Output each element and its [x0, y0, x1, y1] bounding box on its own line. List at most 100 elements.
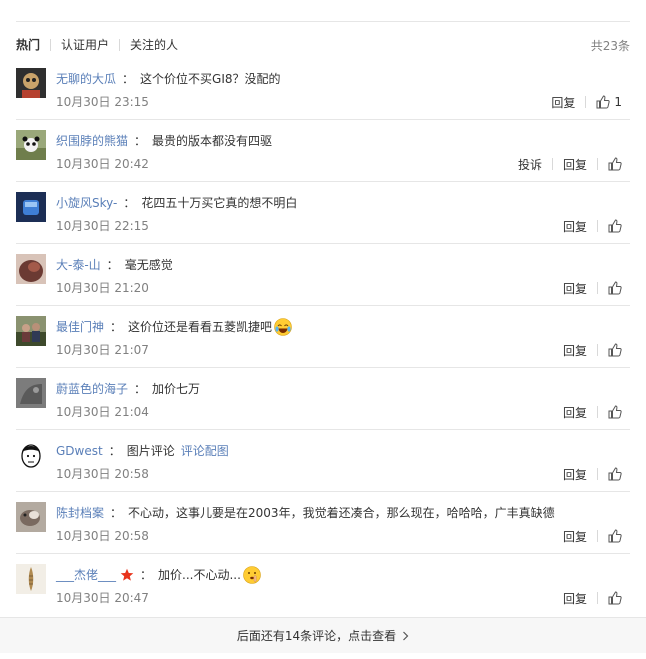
thumbs-up-icon [608, 529, 622, 543]
thumbs-up-icon [608, 343, 622, 357]
comment-item: 无聊的大瓜 ： 这个价位不买GI8？没配的 10月30日 23:15 回复 1 [16, 58, 630, 120]
comment-text: 最贵的版本都没有四驱 [152, 134, 273, 148]
username-link[interactable]: 织围脖的熊猫 [56, 132, 128, 150]
tab-divider [50, 39, 52, 51]
action-divider [597, 282, 598, 294]
like-button[interactable] [608, 219, 622, 233]
comment-text: 加价...不心动... [158, 568, 241, 582]
like-button[interactable] [608, 467, 622, 481]
reply-button[interactable]: 回复 [563, 590, 587, 607]
avatar[interactable] [16, 254, 46, 284]
reply-button[interactable]: 回复 [563, 280, 587, 297]
comment-time: 10月30日 21:07 [56, 343, 149, 357]
colon-separator: ： [108, 444, 121, 458]
thumbs-up-icon [608, 591, 622, 605]
username-link[interactable]: 最佳门神 [56, 318, 104, 336]
like-button[interactable] [608, 591, 622, 605]
comment-item: 蔚蓝色的海子 ： 加价七万 10月30日 21:04 回复 [16, 368, 630, 430]
username-link[interactable]: GDwest [56, 442, 103, 460]
colon-separator: ： [123, 196, 136, 210]
colon-separator: ： [140, 568, 153, 582]
comment-time: 10月30日 21:04 [56, 405, 149, 419]
comment-time: 10月30日 20:47 [56, 591, 149, 605]
red-star-icon [120, 568, 134, 581]
comment-time: 10月30日 23:15 [56, 95, 149, 109]
comment-time: 10月30日 20:42 [56, 157, 149, 171]
top-divider [16, 21, 630, 22]
colon-separator: ： [110, 320, 123, 334]
comment-list: 无聊的大瓜 ： 这个价位不买GI8？没配的 10月30日 23:15 回复 1 … [16, 58, 630, 616]
thumbs-up-icon [608, 405, 622, 419]
comment-text: 毫无感觉 [124, 258, 173, 272]
username-link[interactable]: 无聊的大瓜 [56, 70, 116, 88]
like-count: 1 [614, 95, 622, 109]
thumbs-up-icon [596, 95, 611, 109]
thumbs-up-icon [608, 157, 622, 171]
comment-time: 10月30日 22:15 [56, 219, 149, 233]
load-more-button[interactable]: 后面还有14条评论，点击查看 [237, 627, 409, 644]
reply-button[interactable]: 回复 [563, 466, 587, 483]
load-more-label: 后面还有14条评论，点击查看 [236, 629, 397, 643]
laugh-cry-emoji-icon [274, 318, 292, 336]
reply-button[interactable]: 回复 [563, 342, 587, 359]
username-link[interactable]: ___杰佬___ [56, 566, 116, 584]
comment-text: 这个价位不买GI8？没配的 [140, 72, 281, 86]
action-divider [597, 468, 598, 480]
comment-text: 图片评论 [126, 444, 175, 458]
comment-item: 陈封档案 ： 不心动，这事儿要是在2003年，我觉着还凑合，那么现在，哈哈哈，广… [16, 492, 630, 554]
colon-separator: ： [134, 134, 147, 148]
action-divider [597, 592, 598, 604]
avatar[interactable] [16, 316, 46, 346]
comment-time: 10月30日 20:58 [56, 467, 149, 481]
colon-separator: ： [106, 258, 119, 272]
avatar[interactable] [16, 440, 46, 470]
like-button[interactable]: 1 [596, 95, 622, 109]
username-link[interactable]: 陈封档案 [56, 504, 104, 522]
colon-separator: ： [122, 72, 135, 86]
action-divider [585, 96, 587, 108]
tab-verified-users[interactable]: 认证用户 [61, 36, 109, 54]
comment-time: 10月30日 20:58 [56, 529, 149, 543]
colon-separator: ： [134, 382, 147, 396]
action-divider [597, 406, 598, 418]
comment-text: 这价位还是看看五菱凯捷吧 [128, 320, 273, 334]
avatar[interactable] [16, 378, 46, 408]
username-link[interactable]: 大-泰-山 [56, 256, 101, 274]
like-button[interactable] [608, 343, 622, 357]
username-link[interactable]: 小旋风Sky- [56, 194, 117, 212]
comment-text: 加价七万 [152, 382, 201, 396]
report-button[interactable]: 投诉 [518, 156, 542, 173]
load-more-bar: 后面还有14条评论，点击查看 [0, 617, 646, 653]
thumbs-up-icon [608, 467, 622, 481]
comment-image-link[interactable]: 评论配图 [181, 442, 229, 460]
reply-button[interactable]: 回复 [551, 94, 575, 111]
avatar[interactable] [16, 68, 46, 98]
action-divider [597, 158, 598, 170]
username-link[interactable]: 蔚蓝色的海子 [56, 380, 128, 398]
like-button[interactable] [608, 529, 622, 543]
comment-item: ___杰佬___ ： 加价...不心动... 10月30日 20:47 回复 [16, 554, 630, 616]
avatar[interactable] [16, 192, 46, 222]
action-divider [597, 530, 598, 542]
avatar[interactable] [16, 130, 46, 160]
thumbs-up-icon [608, 281, 622, 295]
action-divider [597, 344, 598, 356]
like-button[interactable] [608, 157, 622, 171]
tab-followed[interactable]: 关注的人 [130, 36, 178, 54]
avatar[interactable] [16, 502, 46, 532]
like-button[interactable] [608, 405, 622, 419]
comment-text: 花四五十万买它真的想不明白 [141, 196, 298, 210]
tab-hot[interactable]: 热门 [16, 36, 40, 54]
comment-time: 10月30日 21:20 [56, 281, 149, 295]
comment-item: 最佳门神 ： 这价位还是看看五菱凯捷吧 10月30日 21:07 回复 [16, 306, 630, 368]
action-divider [597, 220, 598, 232]
reply-button[interactable]: 回复 [563, 528, 587, 545]
reply-button[interactable]: 回复 [563, 404, 587, 421]
comment-item: 织围脖的熊猫 ： 最贵的版本都没有四驱 10月30日 20:42 投诉 回复 [16, 120, 630, 182]
like-button[interactable] [608, 281, 622, 295]
thumbs-up-icon [608, 219, 622, 233]
tab-divider [119, 39, 121, 51]
avatar[interactable] [16, 564, 46, 594]
reply-button[interactable]: 回复 [563, 156, 587, 173]
reply-button[interactable]: 回复 [563, 218, 587, 235]
